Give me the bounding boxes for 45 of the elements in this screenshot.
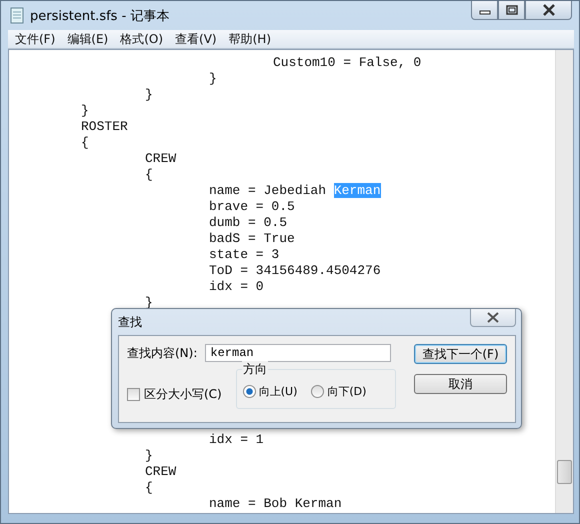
find-input-field[interactable]: kerman <box>205 344 392 362</box>
close-icon <box>542 4 556 16</box>
close-button[interactable] <box>525 1 572 20</box>
text-line: idx = 0 <box>209 279 264 294</box>
menu-item[interactable]: 编辑(E) <box>62 30 114 48</box>
text-line: name = Jebediah Kerman <box>209 183 381 198</box>
match-case-checkbox[interactable]: 区分大小写(C) <box>127 386 222 403</box>
close-icon <box>486 312 500 323</box>
menu-item[interactable]: 查看(V) <box>170 30 222 48</box>
text-line: { <box>145 480 153 495</box>
dialog-title: 查找 <box>118 314 142 330</box>
text-line: dumb = 0.5 <box>209 215 288 230</box>
menu-item[interactable]: 格式(O) <box>115 30 168 48</box>
direction-radio[interactable]: 向下(D) <box>311 384 366 399</box>
menu-item[interactable]: 文件(F) <box>10 30 60 48</box>
find-label: 查找内容(N): <box>127 344 198 362</box>
text-line: } <box>209 71 217 86</box>
maximize-icon <box>506 5 518 15</box>
cancel-button[interactable]: 取消 <box>414 374 507 394</box>
text-line: ToD = 34156489.4504276 <box>209 263 381 278</box>
selected-text: Kerman <box>334 183 381 198</box>
text-line: ROSTER <box>81 119 128 134</box>
find-next-button[interactable]: 查找下一个(F) <box>414 344 507 364</box>
direction-radio[interactable]: 向上(U) <box>242 384 298 399</box>
text-line: brave = 0.5 <box>209 199 295 214</box>
minimize-button[interactable] <box>471 1 498 20</box>
vertical-scrollbar[interactable] <box>555 50 573 513</box>
menu-item[interactable]: 帮助(H) <box>224 30 276 48</box>
text-line: Custom10 = False, 0 <box>273 55 422 70</box>
text-line: { <box>81 135 89 150</box>
text-line: } <box>81 103 89 118</box>
text-line: name = Bob Kerman <box>209 496 342 511</box>
scroll-thumb[interactable] <box>557 460 572 484</box>
text-line: CREW <box>145 464 176 479</box>
text-line: } <box>145 87 153 102</box>
close-button[interactable] <box>470 309 516 327</box>
text-line: state = 3 <box>209 247 280 262</box>
maximize-button[interactable] <box>498 1 525 20</box>
text-line: CREW <box>145 151 176 166</box>
notepad-icon <box>10 7 24 24</box>
text-line: { <box>145 167 153 182</box>
window-title: persistent.sfs - 记事本 <box>30 8 170 24</box>
text-line: } <box>145 448 153 463</box>
text-line: badS = True <box>209 231 295 246</box>
text-line: idx = 1 <box>209 432 264 447</box>
